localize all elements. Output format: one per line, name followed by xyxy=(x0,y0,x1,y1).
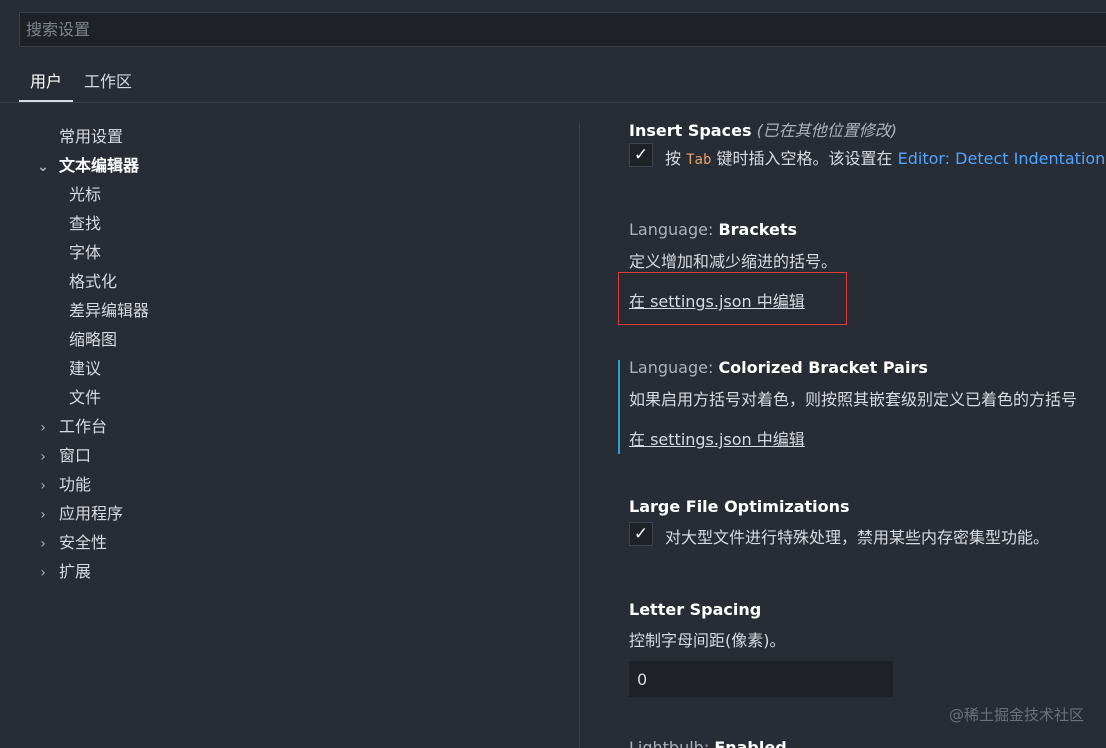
chevron-right-icon: › xyxy=(40,565,46,581)
toc-item-formatting[interactable]: 格式化 xyxy=(69,267,117,296)
letter-spacing-input[interactable] xyxy=(629,661,893,697)
setting-title-insert-spaces: Insert Spaces (已在其他位置修改) xyxy=(629,117,897,141)
toc-item-label: 建议 xyxy=(69,359,102,378)
desc-text: 键时插入空格。该设置在 xyxy=(716,149,893,168)
brackets-edit-in-settings-json-link[interactable]: 在 settings.json 中编辑 xyxy=(629,288,805,312)
chevron-right-icon: › xyxy=(40,449,46,465)
toc-item-cursor[interactable]: 光标 xyxy=(69,180,101,209)
toc-item-find[interactable]: 查找 xyxy=(69,209,101,238)
chevron-right-icon: › xyxy=(40,478,46,494)
search-settings-bar[interactable] xyxy=(19,12,1106,47)
toc-item-label: 扩展 xyxy=(59,562,92,581)
toc-item-label: 工作台 xyxy=(59,417,108,436)
toc-item-extensions[interactable]: › 扩展 xyxy=(33,557,91,586)
toc-item-label: 字体 xyxy=(69,243,102,262)
desc-text: 按 xyxy=(665,149,682,168)
check-icon: ✓ xyxy=(633,145,649,165)
setting-category: Language: xyxy=(629,220,719,239)
toc-item-window[interactable]: › 窗口 xyxy=(33,441,91,470)
toc-item-label: 差异编辑器 xyxy=(69,301,150,320)
setting-title-large-file: Large File Optimizations xyxy=(629,497,850,516)
toc-item-files[interactable]: 文件 xyxy=(69,383,101,412)
colorized-edit-in-settings-json-link[interactable]: 在 settings.json 中编辑 xyxy=(629,426,805,450)
modified-note: (已在其他位置修改) xyxy=(756,121,898,140)
letter-spacing-desc: 控制字母间距(像素)。 xyxy=(629,631,786,650)
setting-name: Insert Spaces xyxy=(629,121,752,140)
watermark: @稀土掘金技术社区 xyxy=(948,706,1084,724)
brackets-desc: 定义增加和减少缩进的括号。 xyxy=(629,252,838,271)
detect-indentation-link[interactable]: Editor: Detect Indentation xyxy=(898,149,1106,168)
tab-user[interactable]: 用户 xyxy=(19,62,74,102)
toc-item-suggestions[interactable]: 建议 xyxy=(69,354,101,383)
setting-name: Colorized Bracket Pairs xyxy=(718,358,928,377)
panel-divider[interactable] xyxy=(579,122,580,748)
tab-workspace[interactable]: 工作区 xyxy=(73,62,143,102)
toc-item-label: 文本编辑器 xyxy=(59,156,140,175)
toc-item-label: 窗口 xyxy=(59,446,92,465)
setting-category: Language: xyxy=(629,358,719,377)
chevron-right-icon: › xyxy=(40,507,46,523)
large-file-desc: 对大型文件进行特殊处理，禁用某些内存密集型功能。 xyxy=(665,528,1050,547)
insert-spaces-desc: 按 Tab 键时插入空格。该设置在 Editor: Detect Indenta… xyxy=(665,145,1105,169)
toc-item-security[interactable]: › 安全性 xyxy=(33,528,107,557)
colorized-desc: 如果启用方括号对着色，则按照其嵌套级别定义已着色的方括号 xyxy=(629,390,1078,409)
toc-item-label: 常用设置 xyxy=(59,127,124,146)
toc-item-font[interactable]: 字体 xyxy=(69,238,101,267)
setting-category: Lightbulb: xyxy=(629,738,715,748)
setting-title-lightbulb: Lightbulb: Enabled xyxy=(629,738,787,748)
letter-spacing-field[interactable] xyxy=(629,661,893,697)
setting-name: Brackets xyxy=(718,220,798,239)
check-icon: ✓ xyxy=(633,524,649,544)
setting-name: Large File Optimizations xyxy=(629,497,850,516)
toc-item-label: 功能 xyxy=(59,475,92,494)
large-file-checkbox[interactable]: ✓ xyxy=(629,522,653,546)
search-input[interactable] xyxy=(20,13,1106,46)
setting-title-colorized-bracket-pairs: Language: Colorized Bracket Pairs xyxy=(629,358,928,377)
toc-item-minimap[interactable]: 缩略图 xyxy=(69,325,117,354)
tab-key-code: Tab xyxy=(686,152,712,168)
toc-item-label: 查找 xyxy=(69,214,102,233)
toc-item-label: 光标 xyxy=(69,185,102,204)
chevron-right-icon: › xyxy=(40,420,46,436)
setting-name: Letter Spacing xyxy=(629,600,762,619)
toc-item-diff-editor[interactable]: 差异编辑器 xyxy=(69,296,149,325)
toc-item-application[interactable]: › 应用程序 xyxy=(33,499,123,528)
toc-item-label: 安全性 xyxy=(59,533,108,552)
toc-item-label: 缩略图 xyxy=(69,330,118,349)
setting-title-brackets: Language: Brackets xyxy=(629,220,797,239)
toc-item-common[interactable]: 常用设置 xyxy=(59,122,123,151)
toc-item-label: 格式化 xyxy=(69,272,118,291)
setting-name: Enabled xyxy=(714,738,787,748)
chevron-down-icon: ⌄ xyxy=(37,159,49,175)
toc-item-text-editor[interactable]: ⌄ 文本编辑器 xyxy=(33,151,139,180)
toc-item-workbench[interactable]: › 工作台 xyxy=(33,412,107,441)
chevron-right-icon: › xyxy=(40,536,46,552)
settings-scope-tabs: 用户 工作区 xyxy=(19,62,143,102)
toc-item-label: 应用程序 xyxy=(59,504,124,523)
setting-title-letter-spacing: Letter Spacing xyxy=(629,600,761,619)
focused-setting-indicator xyxy=(618,360,620,454)
toc-item-label: 文件 xyxy=(69,388,102,407)
tabs-divider xyxy=(0,102,1106,103)
insert-spaces-checkbox[interactable]: ✓ xyxy=(629,143,653,167)
toc-item-features[interactable]: › 功能 xyxy=(33,470,91,499)
